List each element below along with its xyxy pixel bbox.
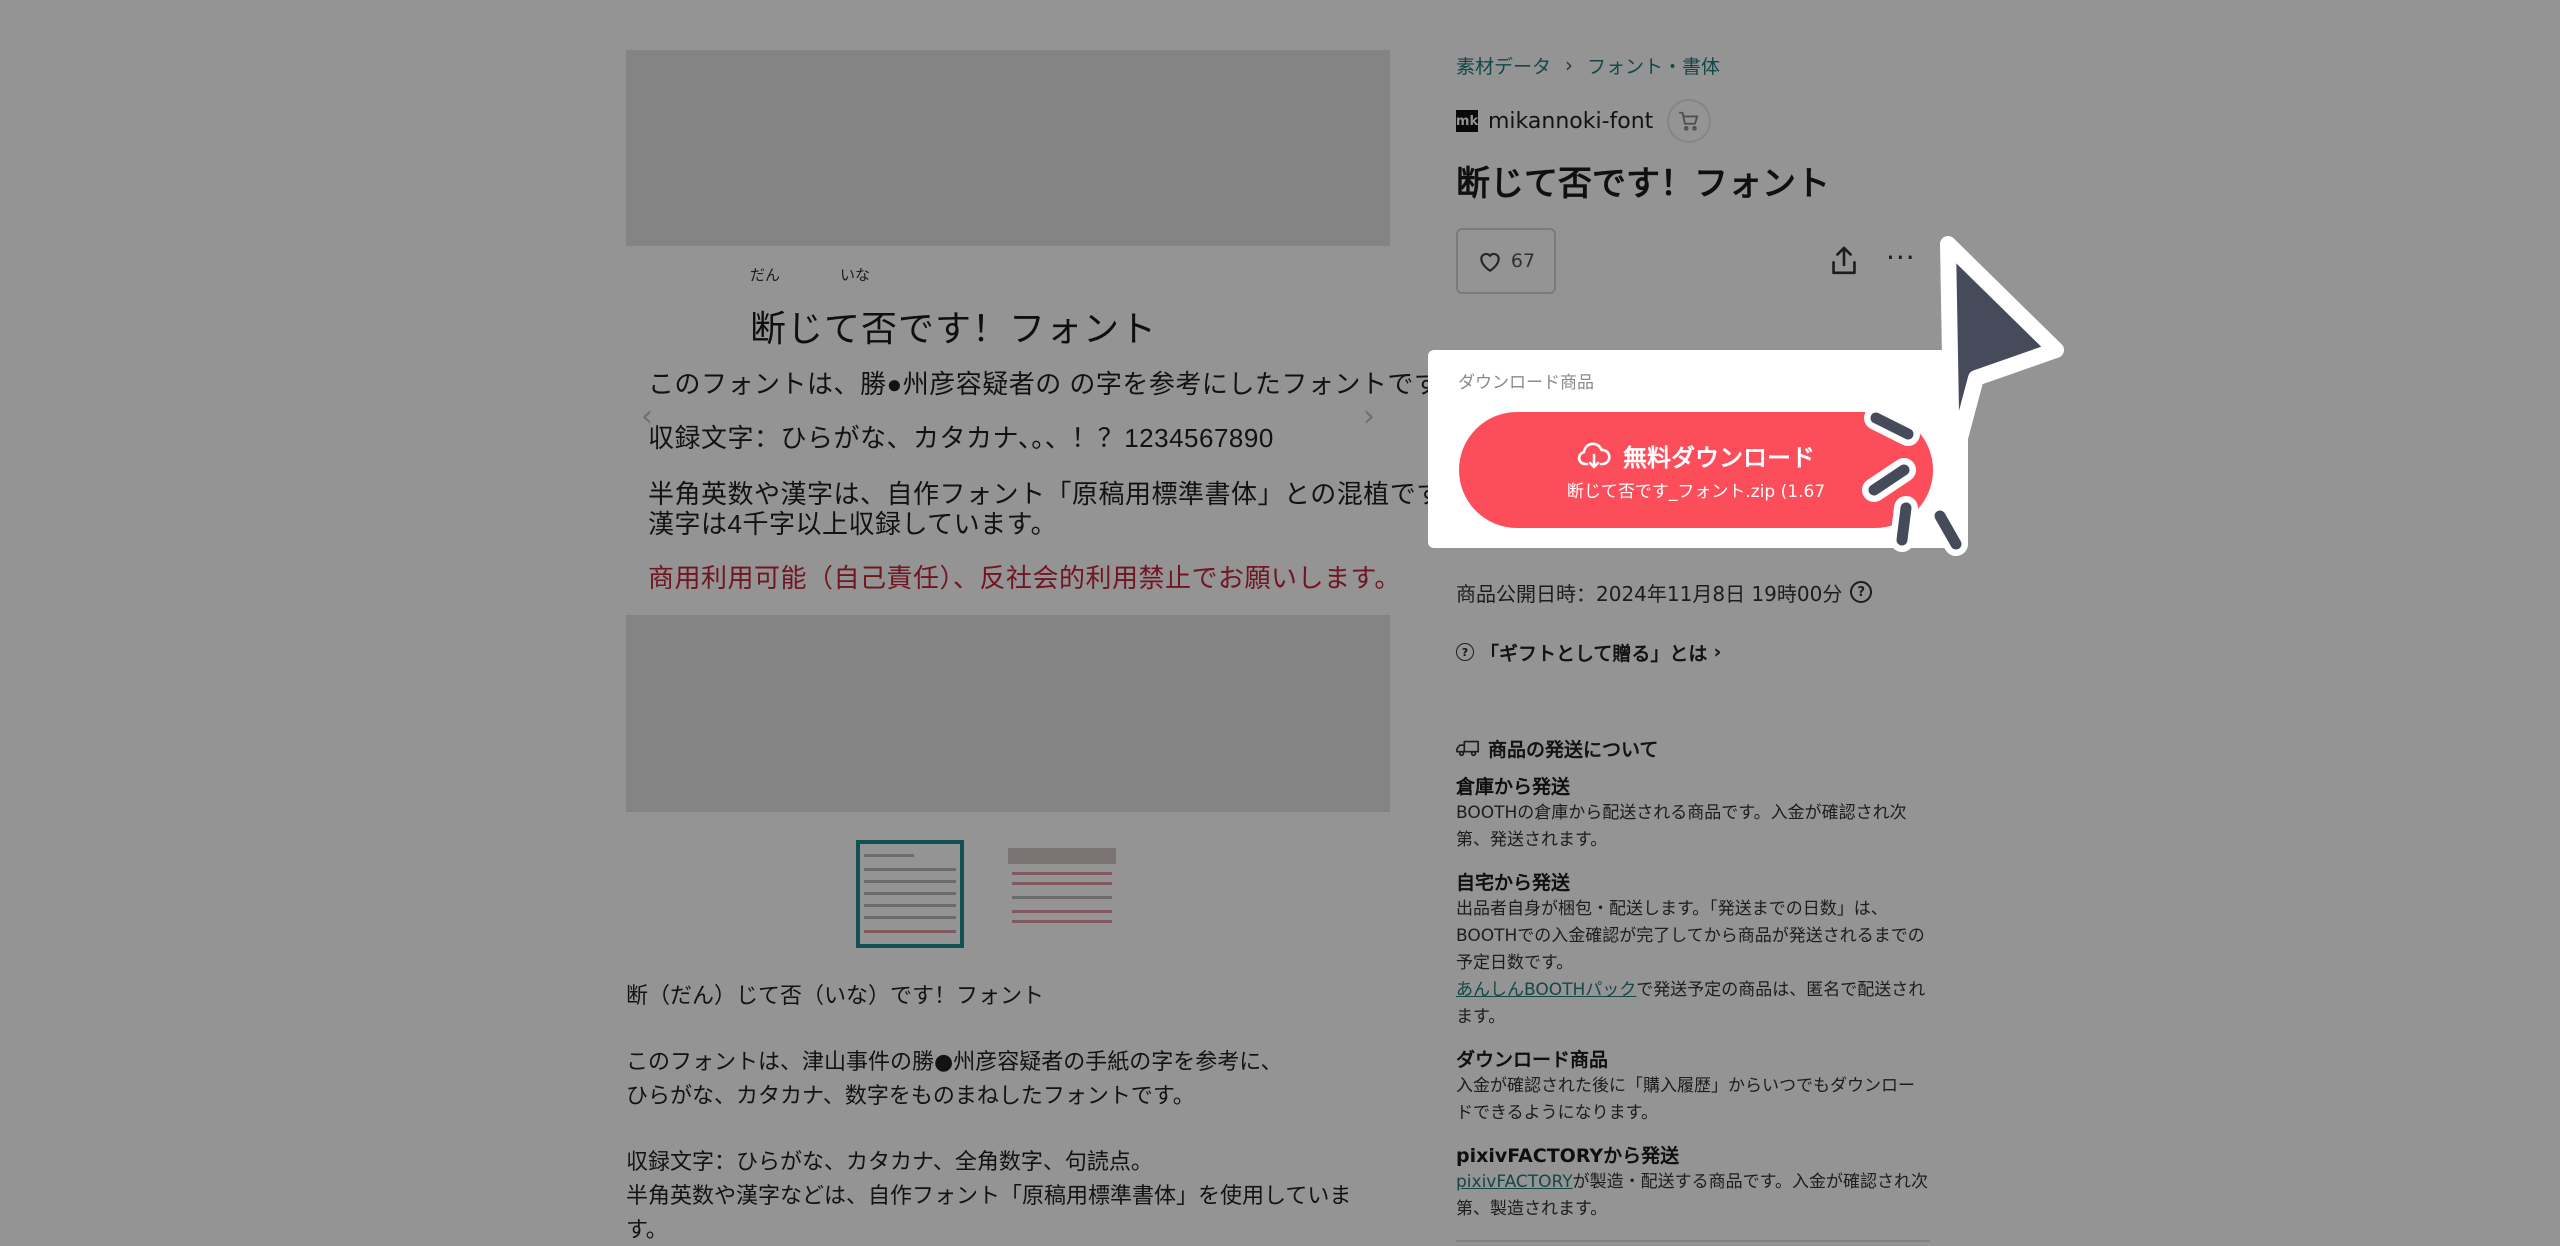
breadcrumb-item-material[interactable]: 素材データ	[1456, 52, 1551, 79]
question-icon: ?	[1456, 643, 1474, 661]
truck-icon	[1456, 740, 1479, 757]
product-description: 断（だん）じて否（いな）です！フォント このフォントは、津山事件の勝●州彦容疑者…	[626, 980, 1390, 1246]
shipping-item-title: pixivFACTORYから発送	[1456, 1145, 1680, 1167]
description-line: 収録文字：ひらがな、カタカナ、全角数字、句読点。	[626, 1150, 1153, 1175]
like-button[interactable]: 67	[1456, 228, 1556, 294]
shipping-heading: 商品の発送について	[1456, 732, 1930, 764]
description-line: このフォントは、津山事件の勝●州彦容疑者の手紙の字を参考に、	[626, 1050, 1283, 1075]
chevron-right-icon: ›	[1713, 641, 1722, 663]
shipping-item-title: ダウンロード商品	[1456, 1049, 1609, 1071]
publish-date: 商品公開日時：2024年11月8日 19時00分 ?	[1456, 576, 1930, 608]
shipping-item-home: 自宅から発送 出品者自身が梱包・配送します。「発送までの日数」は、BOOTHでの…	[1456, 870, 1930, 1031]
image-line-4: 漢字は4千字以上収録しています。	[648, 509, 1058, 539]
cart-icon	[1679, 111, 1699, 131]
shipping-item-pixivfactory: pixivFACTORYから発送 pixivFACTORYが製造・配送する商品で…	[1456, 1143, 1930, 1223]
divider	[1456, 1240, 1930, 1242]
shipping-item-note: あんしんBOOTHパックで発送予定の商品は、匿名で配送されます。	[1456, 977, 1930, 1031]
image-line-5: 商用利用可能（自己責任）、反社会的利用禁止でお願いします。	[648, 563, 1401, 593]
shipping-item-title: 倉庫から発送	[1456, 776, 1571, 798]
description-line: ひらがな、カタカナ、数字をものまねしたフォントです。	[626, 1084, 1195, 1109]
shipping-item-body: pixivFACTORYが製造・配送する商品です。入金が確認され次第、製造されま…	[1456, 1169, 1930, 1223]
cloud-download-icon	[1577, 442, 1611, 468]
image-line-2: 収録文字：ひらがな、カタカナ、。、！？1234567890	[648, 423, 1274, 453]
download-button-main: 無料ダウンロード	[1577, 438, 1815, 473]
product-gallery: だん いな 断じて否です！フォント このフォントは、勝●州彦容疑者の の字を参考…	[626, 50, 1466, 948]
anshin-booth-pack-link[interactable]: あんしんBOOTHパック	[1456, 980, 1636, 1000]
description-paragraph: 収録文字：ひらがな、カタカナ、全角数字、句読点。 半角英数や漢字などは、自作フォ…	[626, 1146, 1390, 1246]
download-file-name: 断じて否です_フォント.zip (1.67	[1566, 482, 1826, 502]
shipping-item-title: 自宅から発送	[1456, 872, 1571, 894]
shipping-item-body: 出品者自身が梱包・配送します。「発送までの日数」は、BOOTHでの入金確認が完了…	[1456, 899, 1925, 973]
ruby-ina: いな	[840, 267, 871, 284]
shipping-heading-text: 商品の発送について	[1488, 738, 1659, 761]
gift-info-text: 「ギフトとして贈る」とは	[1480, 642, 1708, 665]
breadcrumb: 素材データ › フォント・書体	[1456, 48, 1930, 82]
thumbnail-1[interactable]	[856, 840, 964, 948]
description-line: 半角英数や漢字などは、自作フォント「原稿用標準書体」を使用していま	[626, 1184, 1352, 1209]
shipping-list: 倉庫から発送 BOOTHの倉庫から配送される商品です。入金が確認され次第、発送さ…	[1456, 774, 1930, 1239]
help-icon[interactable]: ?	[1850, 581, 1873, 603]
image-sample-text: だん いな 断じて否です！フォント このフォントは、勝●州彦容疑者の の字を参考…	[626, 246, 1466, 615]
next-image-arrow-icon[interactable]: ›	[1356, 402, 1382, 432]
shop-logo-icon[interactable]: mk	[1456, 110, 1478, 132]
description-paragraph: 断（だん）じて否（いな）です！フォント	[626, 980, 1390, 1014]
image-line-1: このフォントは、勝●州彦容疑者の の字を参考にしたフォントです。	[648, 369, 1465, 399]
image-top-band	[626, 50, 1390, 246]
shipping-item-body: BOOTHの倉庫から配送される商品です。入金が確認され次第、発送されます。	[1456, 803, 1907, 850]
breadcrumb-chevron-icon: ›	[1565, 53, 1574, 77]
like-count: 67	[1510, 250, 1536, 272]
description-paragraph: このフォントは、津山事件の勝●州彦容疑者の手紙の字を参考に、 ひらがな、カタカナ…	[626, 1046, 1390, 1114]
download-label: ダウンロード商品	[1458, 373, 1594, 393]
shipping-item-warehouse: 倉庫から発送 BOOTHの倉庫から配送される商品です。入金が確認され次第、発送さ…	[1456, 774, 1930, 854]
pixivfactory-link[interactable]: pixivFACTORY	[1456, 1172, 1573, 1192]
download-button-label: 無料ダウンロード	[1623, 444, 1815, 472]
gift-info-link[interactable]: ? 「ギフトとして贈る」とは ›	[1456, 636, 1930, 668]
description-line: 断（だん）じて否（いな）です！フォント	[626, 984, 1045, 1009]
shipping-item-download: ダウンロード商品 入金が確認された後に「購入履歴」からいつでもダウンロードできる…	[1456, 1047, 1930, 1127]
shop-name-link[interactable]: mikannoki-font	[1488, 109, 1653, 134]
pointer-cursor-icon	[1862, 236, 2064, 556]
description-line: す。	[626, 1218, 668, 1243]
heart-icon	[1480, 252, 1500, 273]
cart-button[interactable]	[1667, 99, 1712, 143]
ruby-dan: だん	[750, 267, 781, 284]
thumbnail-2[interactable]	[1008, 840, 1116, 948]
product-title: 断じて否です！フォント	[1456, 164, 1830, 204]
breadcrumb-item-font[interactable]: フォント・書体	[1587, 52, 1720, 79]
publish-date-text: 商品公開日時：2024年11月8日 19時00分	[1456, 581, 1843, 606]
image-bottom-band	[626, 615, 1390, 812]
shop-row: mk mikannoki-font	[1456, 98, 1930, 144]
image-font-title: 断じて否です！フォント	[750, 308, 1158, 349]
shipping-item-body: 入金が確認された後に「購入履歴」からいつでもダウンロードできるようになります。	[1456, 1076, 1915, 1123]
thumbnail-strip	[856, 840, 1116, 948]
main-product-image[interactable]: だん いな 断じて否です！フォント このフォントは、勝●州彦容疑者の の字を参考…	[626, 50, 1466, 812]
prev-image-arrow-icon[interactable]: ‹	[634, 402, 660, 432]
